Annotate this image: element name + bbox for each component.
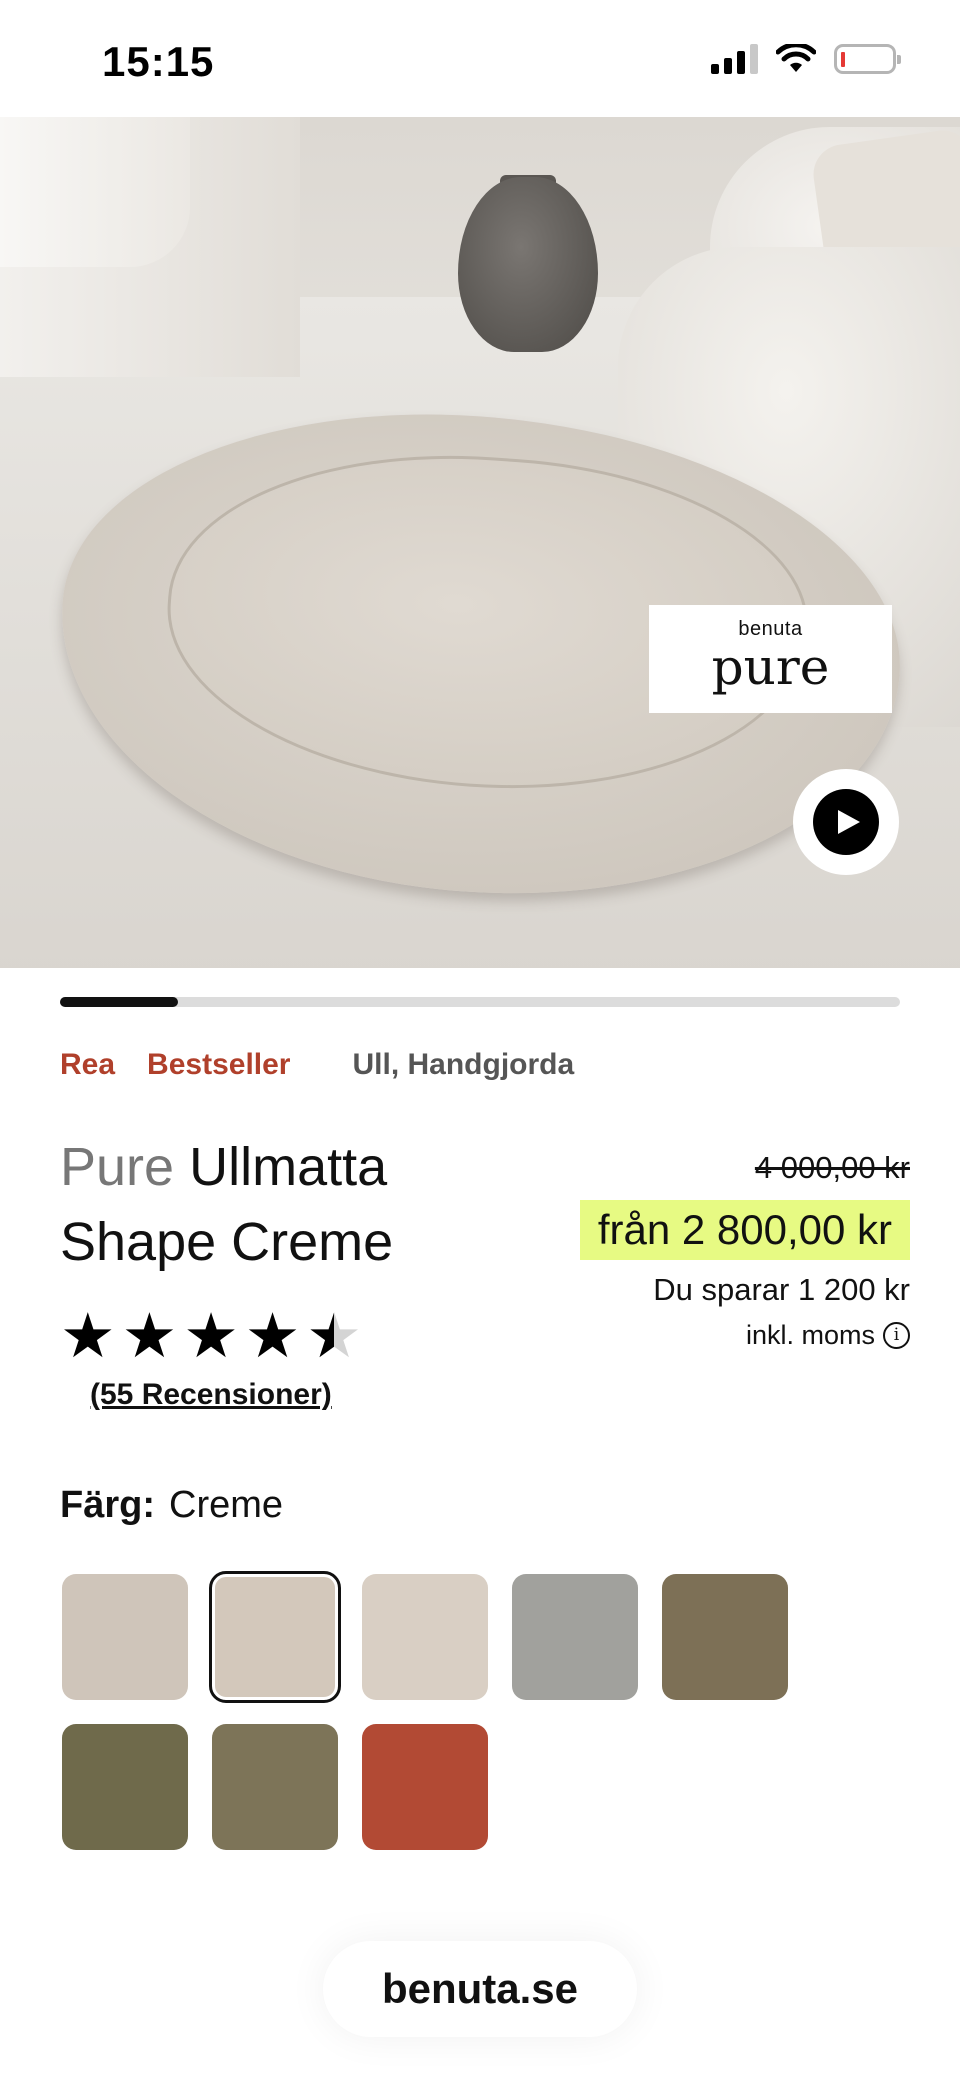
color-swatch[interactable] [662, 1574, 788, 1700]
status-bar: 15:15 [0, 0, 960, 117]
color-swatch[interactable] [209, 1571, 341, 1703]
color-swatch[interactable] [62, 1724, 188, 1850]
battery-level [841, 52, 845, 67]
color-selected-value: Creme [169, 1484, 284, 1526]
site-url-button[interactable]: benuta.se [323, 1941, 637, 2037]
vat-label: inkl. moms [745, 1320, 875, 1350]
star-icon: ★ [183, 1302, 239, 1371]
play-video-button[interactable] [793, 769, 899, 875]
star-icon: ★ [244, 1302, 301, 1371]
play-icon [813, 789, 879, 855]
reviews-link[interactable]: (55 Recensioner) [90, 1378, 332, 1412]
old-price: 4 000,00 kr [754, 1150, 910, 1185]
info-icon[interactable]: i [883, 1322, 910, 1349]
gallery-progress-fill [60, 997, 178, 1007]
current-price: från 2 800,00 kr [579, 1200, 910, 1260]
curtain [0, 117, 190, 267]
savings-text: Du sparar 1 200 kr [653, 1272, 910, 1307]
product-brand: Pure [60, 1137, 175, 1197]
color-label-key: Färg: [60, 1484, 155, 1526]
color-label: Färg: Creme [60, 1484, 283, 1527]
rating-stars: ★ ★ ★ ★ ★ ★ [60, 1302, 362, 1372]
color-swatch[interactable] [212, 1724, 338, 1850]
product-tags: Rea Bestseller Ull, Handgjorda [60, 1048, 574, 1082]
color-swatch[interactable] [362, 1724, 488, 1850]
color-swatch[interactable] [362, 1574, 488, 1700]
color-swatches [62, 1571, 822, 1850]
gallery-progress [60, 997, 900, 1007]
wifi-icon [776, 44, 816, 72]
color-swatch[interactable] [62, 1574, 188, 1700]
vase [458, 177, 598, 352]
half-star-icon: ★ ★ [306, 1302, 362, 1371]
star-icon: ★ [121, 1302, 178, 1371]
status-icons [711, 44, 901, 74]
bestseller-tag: Bestseller [147, 1048, 291, 1081]
product-title: Pure Ullmatta Shape Creme [60, 1130, 530, 1280]
status-time: 15:15 [102, 38, 215, 85]
cellular-signal-icon [711, 44, 758, 74]
brand-badge: benuta pure [649, 605, 892, 713]
vat-note: inkl. moms i [746, 1320, 910, 1351]
color-swatch[interactable] [512, 1574, 638, 1700]
brand-badge-logo: pure [711, 638, 830, 696]
sale-tag: Rea [60, 1048, 116, 1081]
star-icon: ★ [60, 1302, 116, 1371]
attributes-tag: Ull, Handgjorda [352, 1048, 575, 1081]
battery-icon [834, 44, 901, 74]
product-image[interactable]: benuta pure [0, 117, 960, 968]
